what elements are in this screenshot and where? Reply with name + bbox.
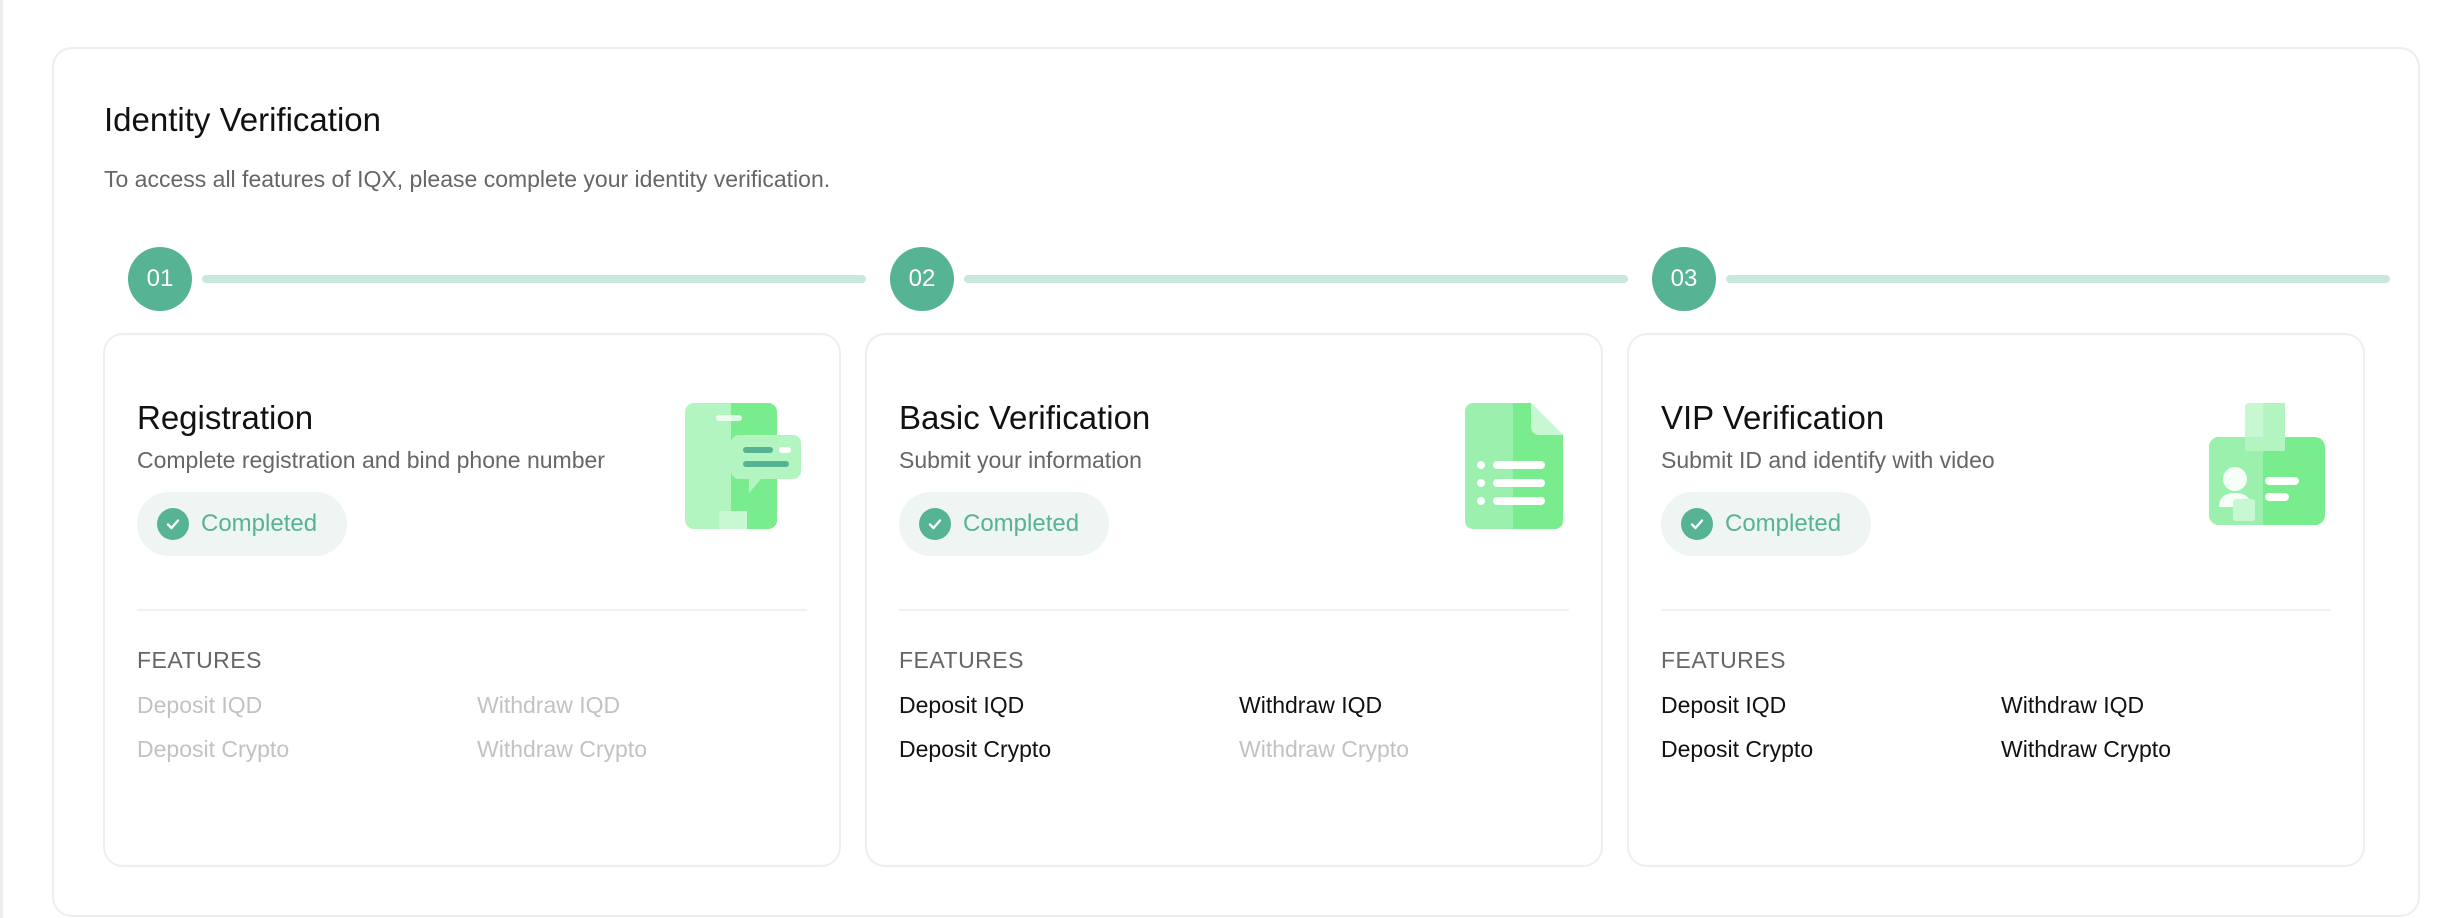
phone-chat-icon <box>683 401 803 536</box>
step-number-2: 02 <box>890 247 954 311</box>
status-badge: Completed <box>899 492 1110 556</box>
verification-stepper: 01 02 03 <box>54 247 2422 313</box>
feature-withdraw-iqd: Withdraw IQD <box>1239 692 1383 718</box>
card-divider <box>1661 609 2331 611</box>
step-number-3: 03 <box>1652 247 1716 311</box>
feature-deposit-iqd: Deposit IQD <box>1661 692 1787 718</box>
page-title: Identity Verification <box>104 101 381 138</box>
step-connector-2 <box>964 275 1628 283</box>
feature-deposit-crypto: Deposit Crypto <box>899 736 1052 762</box>
card-divider <box>899 609 1569 611</box>
card-description: Complete registration and bind phone num… <box>137 447 605 473</box>
feature-withdraw-iqd: Withdraw IQD <box>2001 692 2145 718</box>
identity-verification-panel: Identity Verification To access all feat… <box>52 47 2420 917</box>
step-number-1: 01 <box>128 247 192 311</box>
feature-deposit-crypto: Deposit Crypto <box>1661 736 1814 762</box>
features-heading: FEATURES <box>1661 647 1786 673</box>
card-registration: Registration Complete registration and b… <box>103 333 841 867</box>
id-badge-icon <box>2207 401 2327 536</box>
status-label: Completed <box>201 510 318 537</box>
feature-withdraw-crypto: Withdraw Crypto <box>1239 736 1409 762</box>
step-connector-3 <box>1726 275 2390 283</box>
features-heading: FEATURES <box>899 647 1024 673</box>
document-list-icon <box>1463 401 1565 536</box>
card-title: VIP Verification <box>1661 399 1885 436</box>
feature-withdraw-crypto: Withdraw Crypto <box>477 736 647 762</box>
feature-withdraw-iqd: Withdraw IQD <box>477 692 621 718</box>
card-vip-verification: VIP Verification Submit ID and identify … <box>1627 333 2365 867</box>
check-icon <box>919 508 951 540</box>
card-title: Basic Verification <box>899 399 1151 436</box>
card-description: Submit your information <box>899 447 1142 473</box>
check-icon <box>157 508 189 540</box>
feature-deposit-iqd: Deposit IQD <box>137 692 263 718</box>
features-heading: FEATURES <box>137 647 262 673</box>
feature-deposit-crypto: Deposit Crypto <box>137 736 290 762</box>
card-description: Submit ID and identify with video <box>1661 447 1995 473</box>
page-left-border <box>0 0 3 918</box>
card-basic-verification: Basic Verification Submit your informati… <box>865 333 1603 867</box>
feature-withdraw-crypto: Withdraw Crypto <box>2001 736 2171 762</box>
step-connector-1 <box>202 275 866 283</box>
check-icon <box>1681 508 1713 540</box>
status-badge: Completed <box>1661 492 1872 556</box>
feature-deposit-iqd: Deposit IQD <box>899 692 1025 718</box>
status-label: Completed <box>1725 510 1842 537</box>
status-badge: Completed <box>137 492 348 556</box>
page-subtitle: To access all features of IQX, please co… <box>104 166 831 192</box>
card-divider <box>137 609 807 611</box>
status-label: Completed <box>963 510 1080 537</box>
card-title: Registration <box>137 399 314 436</box>
